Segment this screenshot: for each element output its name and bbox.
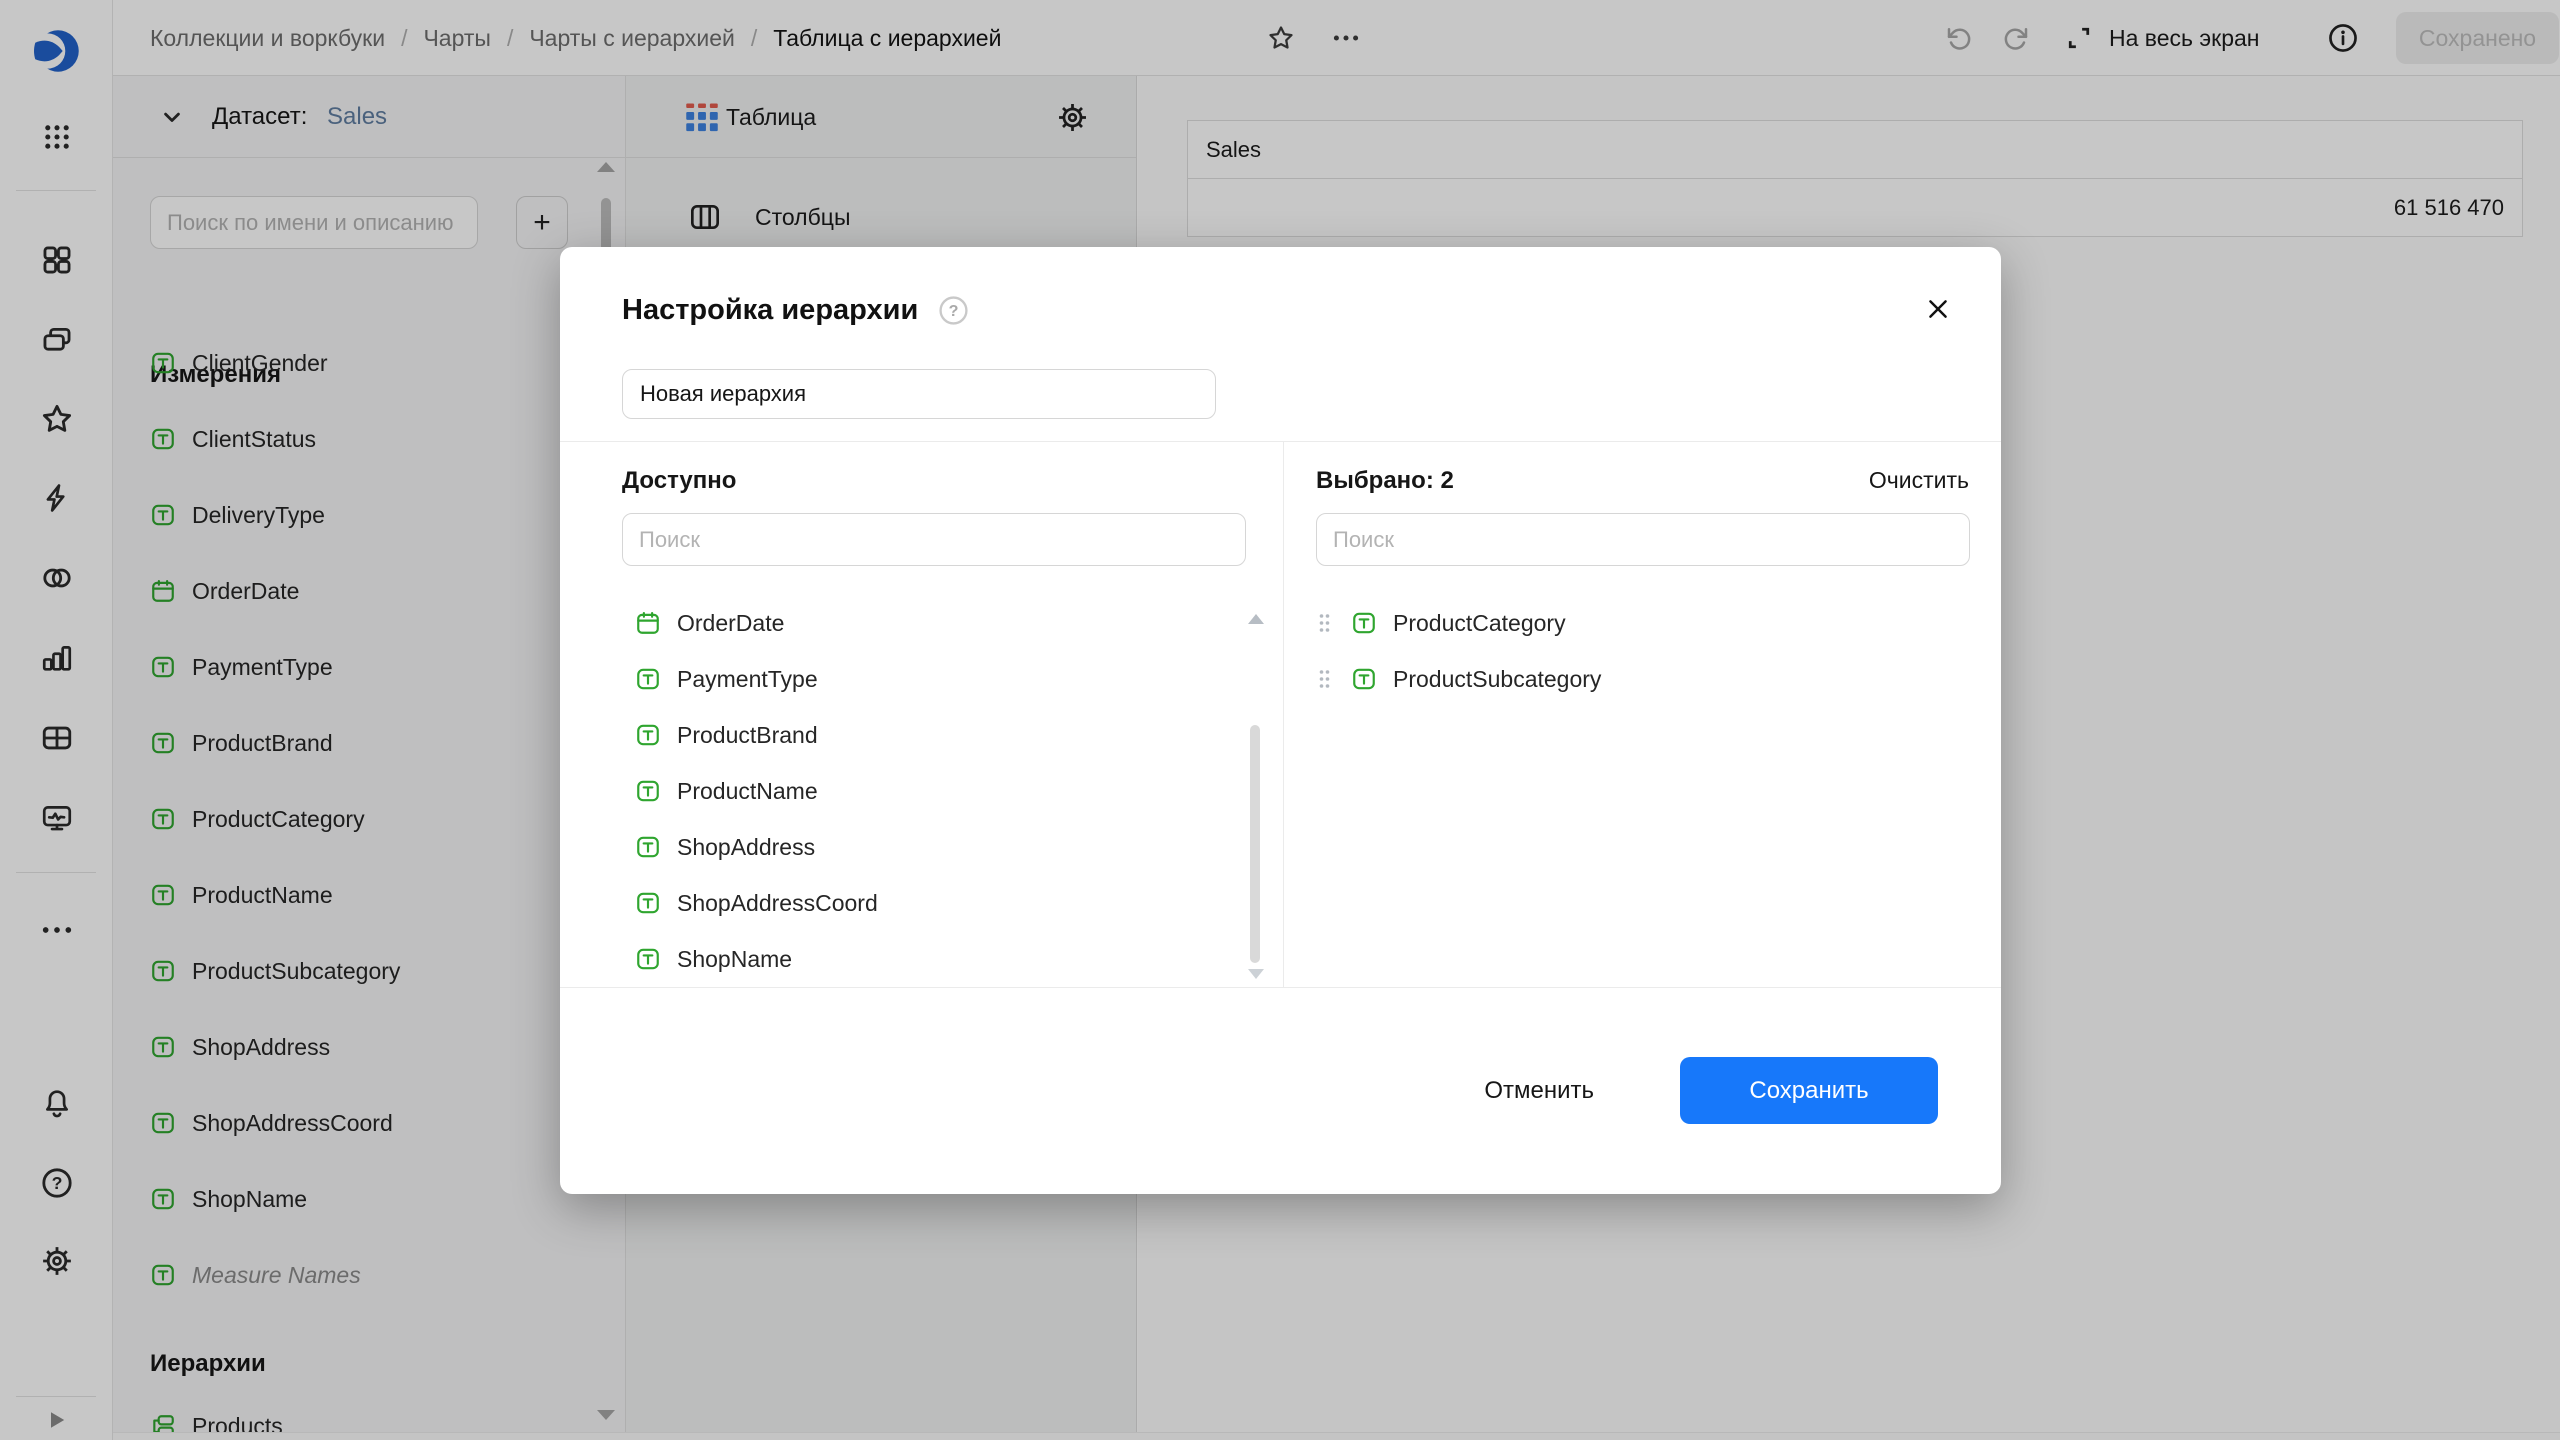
date-field-icon xyxy=(635,610,661,636)
text-field-icon xyxy=(635,946,661,972)
field-label: ShopAddress xyxy=(677,834,815,861)
field-item-shopname[interactable]: ShopName xyxy=(635,931,878,987)
modal-title: Настройка иерархии xyxy=(622,294,918,327)
field-item-shopaddress[interactable]: ShopAddress xyxy=(635,819,878,875)
field-item-productname[interactable]: ProductName xyxy=(635,763,878,819)
field-item-productbrand[interactable]: ProductBrand xyxy=(635,707,878,763)
text-field-icon xyxy=(635,834,661,860)
field-item-paymenttype[interactable]: PaymentType xyxy=(635,651,878,707)
text-field-icon xyxy=(635,722,661,748)
modal-divider xyxy=(560,441,2001,442)
field-label: ShopAddressCoord xyxy=(677,890,878,917)
hierarchy-settings-modal: Настройка иерархии ? Доступно OrderDate … xyxy=(560,247,2001,1194)
drag-handle-icon[interactable] xyxy=(1318,668,1331,690)
field-label: ProductBrand xyxy=(677,722,818,749)
available-title: Доступно xyxy=(622,467,736,495)
selected-search-input[interactable] xyxy=(1316,513,1970,566)
field-label: ProductName xyxy=(677,778,818,805)
text-field-icon xyxy=(635,778,661,804)
modal-help-icon[interactable]: ? xyxy=(938,295,969,326)
field-item-productcategory[interactable]: ProductCategory xyxy=(1318,595,1601,651)
save-button[interactable]: Сохранить xyxy=(1680,1057,1938,1124)
field-label: PaymentType xyxy=(677,666,818,693)
drag-handle-icon[interactable] xyxy=(1318,612,1331,634)
list-scroll-up-arrow[interactable] xyxy=(1248,614,1264,624)
modal-close-icon[interactable] xyxy=(1916,287,1960,331)
available-list-scrollbar[interactable] xyxy=(1250,725,1260,963)
svg-text:?: ? xyxy=(949,302,959,320)
app-root: ? Коллекции и воркбуки/Чарты/Чарты с иер… xyxy=(0,0,2560,1440)
text-field-icon xyxy=(635,890,661,916)
hierarchy-name-input[interactable] xyxy=(622,369,1216,419)
available-search-input[interactable] xyxy=(622,513,1246,566)
field-item-productsubcategory[interactable]: ProductSubcategory xyxy=(1318,651,1601,707)
available-list: OrderDate PaymentType ProductBrand Produ… xyxy=(635,595,878,987)
list-scroll-down-arrow[interactable] xyxy=(1248,969,1264,979)
selected-title: Выбрано: 2 xyxy=(1316,467,1454,495)
field-label: ShopName xyxy=(677,946,792,973)
selected-list: ProductCategory ProductSubcategory xyxy=(1318,595,1601,707)
field-item-orderdate[interactable]: OrderDate xyxy=(635,595,878,651)
cancel-button[interactable]: Отменить xyxy=(1468,1067,1610,1115)
columns-divider xyxy=(1283,441,1284,987)
text-field-icon xyxy=(1351,666,1377,692)
text-field-icon xyxy=(635,666,661,692)
field-label: ProductSubcategory xyxy=(1393,666,1601,693)
text-field-icon xyxy=(1351,610,1377,636)
modal-footer: Отменить Сохранить xyxy=(560,987,1938,1194)
field-item-shopaddresscoord[interactable]: ShopAddressCoord xyxy=(635,875,878,931)
clear-selected-button[interactable]: Очистить xyxy=(1869,467,1969,494)
field-label: ProductCategory xyxy=(1393,610,1566,637)
field-label: OrderDate xyxy=(677,610,784,637)
